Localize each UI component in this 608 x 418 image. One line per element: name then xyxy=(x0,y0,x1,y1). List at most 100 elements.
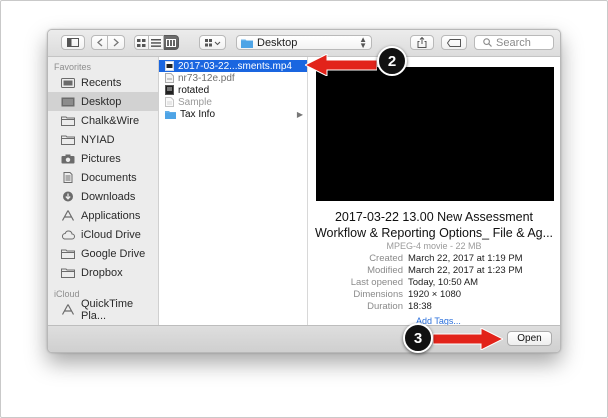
back-forward-control xyxy=(91,35,125,50)
file-row-video[interactable]: 2017-03-22...sments.mp4 xyxy=(159,60,307,72)
meta-key: Duration xyxy=(367,301,403,312)
sidebar-item-label: Desktop xyxy=(81,95,122,108)
meta-row-dimensions: Dimensions 1920 × 1080 xyxy=(308,289,560,301)
pdf-file-icon xyxy=(165,73,174,83)
forward-button[interactable] xyxy=(108,35,125,50)
sidebar-item-google-drive[interactable]: Google Drive xyxy=(48,244,158,263)
sidebar-item-downloads[interactable]: Downloads xyxy=(48,187,158,206)
list-view-button[interactable] xyxy=(149,35,164,50)
list-icon xyxy=(151,38,161,47)
sidebar-item-nyiad[interactable]: NYIAD xyxy=(48,130,158,149)
sidebar-item-label: Documents xyxy=(81,171,137,184)
open-file-dialog: Desktop ▲ ▼ Search Favorites Recents Desk… xyxy=(47,29,561,353)
search-field[interactable]: Search xyxy=(474,35,554,50)
chevron-left-icon xyxy=(96,38,102,47)
file-column: 2017-03-22...sments.mp4 nr73-12e.pdf rot… xyxy=(159,57,308,325)
file-name: nr73-12e.pdf xyxy=(178,72,235,84)
file-name: 2017-03-22...sments.mp4 xyxy=(178,60,292,72)
download-icon xyxy=(63,191,73,202)
applications-icon xyxy=(61,210,75,221)
folder-icon xyxy=(61,135,75,145)
generic-file-icon xyxy=(165,97,174,107)
meta-value: 18:38 xyxy=(408,301,432,312)
desktop-folder-icon xyxy=(241,39,253,48)
annotation-arrow-3 xyxy=(433,328,503,350)
sidebar-item-recents[interactable]: Recents xyxy=(48,73,158,92)
preview-title: 2017-03-22 13.00 New Assessment Workflow… xyxy=(308,209,560,241)
columns-icon xyxy=(166,38,176,47)
camera-icon xyxy=(61,154,75,163)
meta-value: 1920 × 1080 xyxy=(408,289,462,300)
sidebar-item-chalk-wire[interactable]: Chalk&Wire xyxy=(48,111,158,130)
view-mode-control xyxy=(134,35,179,50)
file-row-sample[interactable]: Sample xyxy=(159,96,307,108)
sidebar-item-icloud-drive[interactable]: iCloud Drive xyxy=(48,225,158,244)
step-callout-2: 2 xyxy=(377,46,407,76)
sidebar-item-label: Dropbox xyxy=(81,266,123,279)
preview-kind: MPEG-4 movie - 22 MB xyxy=(386,241,482,251)
document-icon xyxy=(63,172,73,183)
sidebar-toggle-button[interactable] xyxy=(61,35,85,50)
image-file-icon xyxy=(165,85,174,95)
meta-row-created: Created March 22, 2017 at 1:19 PM xyxy=(308,253,560,265)
chevron-right-icon xyxy=(113,38,119,47)
sidebar-item-desktop[interactable]: Desktop xyxy=(48,92,158,111)
folder-icon xyxy=(165,110,176,119)
open-button[interactable]: Open xyxy=(507,331,552,346)
disclosure-chevron-icon: ▶ xyxy=(296,109,303,119)
meta-row-last-opened: Last opened Today, 10:50 AM xyxy=(308,277,560,289)
sidebar-item-quicktime[interactable]: QuickTime Pla... xyxy=(48,297,158,322)
back-button[interactable] xyxy=(91,35,108,50)
video-thumbnail xyxy=(316,67,554,201)
arrange-button[interactable] xyxy=(199,35,226,50)
file-row-rotated[interactable]: rotated xyxy=(159,84,307,96)
meta-value: March 22, 2017 at 1:23 PM xyxy=(408,265,523,276)
file-row-pdf[interactable]: nr73-12e.pdf xyxy=(159,72,307,84)
preview-title-line-1: 2017-03-22 13.00 New Assessment xyxy=(334,210,534,224)
preview-title-line-2: Workflow & Reporting Options_ File & Ag.… xyxy=(314,226,554,240)
location-popup[interactable]: Desktop ▲ ▼ xyxy=(236,35,372,50)
folder-icon xyxy=(61,116,75,126)
sidebar-item-label: QuickTime Pla... xyxy=(81,297,134,322)
sidebar-section-favorites: Favorites xyxy=(54,62,92,72)
cloud-icon xyxy=(61,230,75,239)
tags-button[interactable] xyxy=(441,35,467,50)
folder-icon xyxy=(61,268,75,278)
file-row-tax-info[interactable]: Tax Info ▶ xyxy=(159,108,307,120)
sidebar-item-documents[interactable]: Documents xyxy=(48,168,158,187)
meta-value: Today, 10:50 AM xyxy=(408,277,479,288)
meta-key: Last opened xyxy=(350,277,403,288)
folder-icon xyxy=(61,249,75,259)
meta-row-duration: Duration 18:38 xyxy=(308,301,560,313)
meta-key: Dimensions xyxy=(353,289,403,300)
meta-key: Modified xyxy=(367,265,403,276)
sidebar-item-pictures[interactable]: Pictures xyxy=(48,149,158,168)
clock-icon xyxy=(61,77,75,88)
preview-metadata: Created March 22, 2017 at 1:19 PM Modifi… xyxy=(308,253,560,313)
file-name: Tax Info xyxy=(180,108,216,120)
sidebar-item-label: Downloads xyxy=(81,190,136,203)
tag-icon xyxy=(447,38,461,47)
search-placeholder: Search xyxy=(496,36,531,49)
sidebar-icon xyxy=(67,38,79,47)
icon-view-button[interactable] xyxy=(134,35,149,50)
meta-key: Created xyxy=(369,253,403,264)
search-icon xyxy=(483,38,492,47)
desktop-icon xyxy=(61,97,75,106)
applications-icon xyxy=(61,304,75,315)
grid-icon xyxy=(137,38,146,47)
sidebar-item-applications[interactable]: Applications xyxy=(48,206,158,225)
sidebar-item-label: Pictures xyxy=(81,152,121,165)
location-label: Desktop xyxy=(257,36,298,49)
sidebar-item-dropbox[interactable]: Dropbox xyxy=(48,263,158,282)
sidebar-item-label: Chalk&Wire xyxy=(81,114,140,127)
file-name: Sample xyxy=(178,96,212,108)
meta-value: March 22, 2017 at 1:19 PM xyxy=(408,253,523,264)
meta-row-modified: Modified March 22, 2017 at 1:23 PM xyxy=(308,265,560,277)
sidebar-item-label: Recents xyxy=(81,76,122,89)
updown-chevron-icon: ▲ ▼ xyxy=(359,34,367,50)
share-button[interactable] xyxy=(410,35,434,50)
annotation-arrow-2 xyxy=(305,54,377,76)
sidebar-item-label: iCloud Drive xyxy=(81,228,141,241)
column-view-button[interactable] xyxy=(164,35,179,50)
